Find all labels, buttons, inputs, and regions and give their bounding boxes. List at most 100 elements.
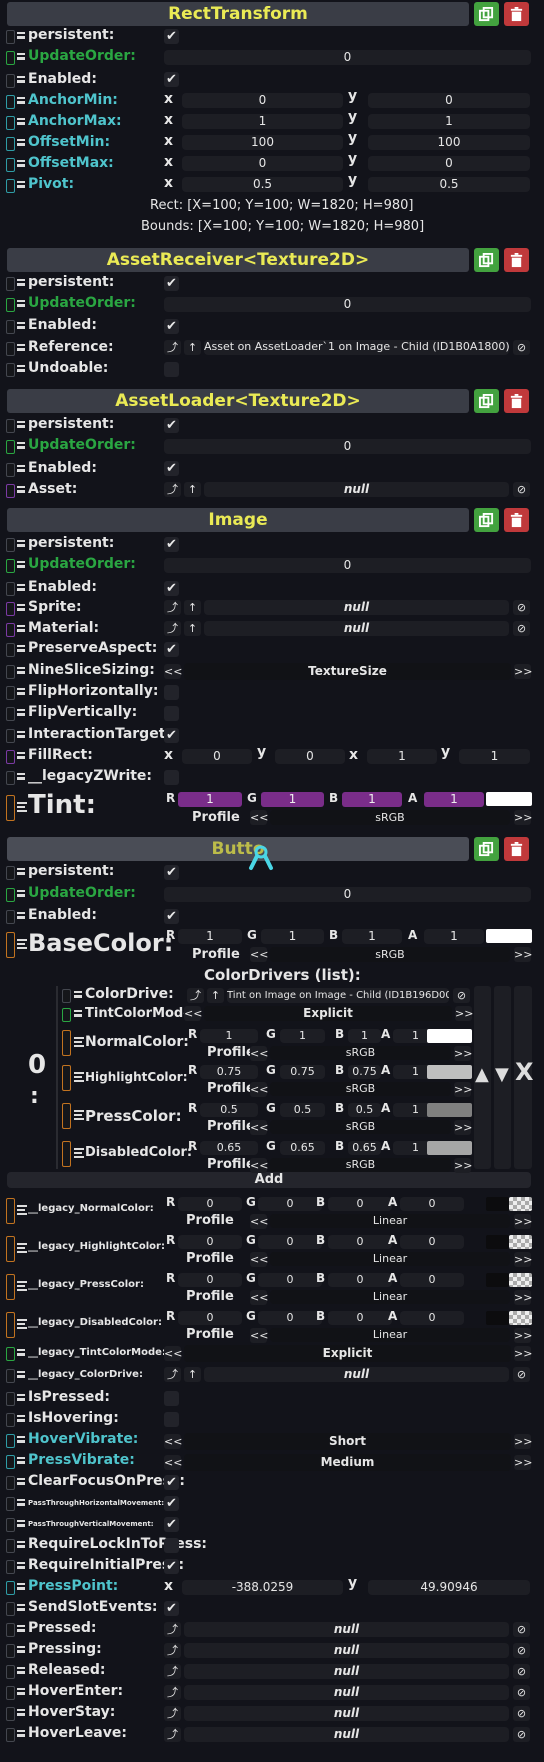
prev-enum-button[interactable]: << xyxy=(250,1158,268,1173)
clear-button[interactable]: ⊘ xyxy=(513,1706,530,1721)
field-handle[interactable] xyxy=(6,95,15,109)
component-header-image[interactable]: Image xyxy=(7,508,469,532)
drag-handle-icon[interactable] xyxy=(17,1499,25,1506)
set-reference-button[interactable]: ⤴ xyxy=(187,988,204,1003)
legacy-a-field[interactable]: 0 xyxy=(400,1273,464,1287)
legacy-r-field[interactable]: 0 xyxy=(178,1273,242,1287)
clear-button[interactable]: ⊘ xyxy=(453,988,470,1003)
field-handle[interactable] xyxy=(6,1728,15,1742)
drag-handle-icon[interactable] xyxy=(17,1371,25,1378)
sendslot-checkbox[interactable]: ✔ xyxy=(164,1601,179,1616)
drag-handle-icon[interactable] xyxy=(17,1478,25,1485)
fillrect-w-field[interactable]: 1 xyxy=(367,749,437,764)
hovervibrate-enum[interactable]: Short xyxy=(184,1433,511,1450)
field-handle[interactable] xyxy=(6,602,15,616)
delete-button[interactable] xyxy=(504,837,529,861)
drag-handle-icon[interactable] xyxy=(74,1110,84,1120)
enabled-checkbox[interactable]: ✔ xyxy=(164,581,179,596)
up-reference-button[interactable]: ↑ xyxy=(184,621,201,636)
updateorder-field[interactable]: 0 xyxy=(164,50,531,65)
legacy-a-field[interactable]: 0 xyxy=(400,1197,464,1211)
enabled-checkbox[interactable]: ✔ xyxy=(164,72,179,87)
up-reference-button[interactable]: ↑ xyxy=(184,1367,201,1382)
prev-enum-button[interactable]: << xyxy=(164,1346,182,1361)
field-handle[interactable] xyxy=(6,623,15,637)
drag-handle-icon[interactable] xyxy=(17,344,25,351)
profile-enum[interactable]: sRGB xyxy=(270,1158,451,1172)
color-g-field[interactable]: 0.75 xyxy=(280,1065,325,1079)
color-r-field[interactable]: 1 xyxy=(200,1029,258,1043)
drag-handle-icon[interactable] xyxy=(17,667,25,674)
drag-handle-icon[interactable] xyxy=(17,890,25,897)
fillrect-h-field[interactable]: 1 xyxy=(459,749,530,764)
legacy-g-field[interactable]: 0 xyxy=(258,1235,322,1249)
drag-handle-icon[interactable] xyxy=(17,1243,27,1253)
up-reference-button[interactable]: ↑ xyxy=(184,482,201,497)
color-g-field[interactable]: 0.65 xyxy=(280,1141,325,1155)
color-swatch[interactable] xyxy=(427,1141,472,1155)
field-handle[interactable] xyxy=(6,116,15,130)
drag-handle-icon[interactable] xyxy=(17,365,25,372)
prev-enum-button[interactable]: << xyxy=(250,1214,268,1229)
drag-handle-icon[interactable] xyxy=(17,1457,25,1464)
pressing-field[interactable]: null xyxy=(184,1643,509,1658)
drag-handle-icon[interactable] xyxy=(17,1415,25,1422)
next-enum-button[interactable]: >> xyxy=(514,1434,532,1449)
drag-handle-icon[interactable] xyxy=(74,1010,82,1017)
field-handle[interactable] xyxy=(6,1686,15,1700)
set-reference-button[interactable]: ⤴ xyxy=(164,600,181,615)
drag-handle-icon[interactable] xyxy=(17,1436,25,1443)
drag-handle-icon[interactable] xyxy=(17,802,27,812)
field-handle[interactable] xyxy=(6,932,15,958)
field-handle[interactable] xyxy=(6,1497,15,1511)
profile-enum[interactable]: sRGB xyxy=(270,810,510,825)
ispressed-checkbox[interactable] xyxy=(164,1391,179,1406)
set-reference-button[interactable]: ⤴ xyxy=(164,1685,181,1700)
asset-field[interactable]: null xyxy=(204,482,509,497)
legacy-tintmode-enum[interactable]: Explicit xyxy=(184,1345,511,1362)
drag-handle-icon[interactable] xyxy=(17,1394,25,1401)
field-handle[interactable] xyxy=(62,989,71,1003)
legacy-r-field[interactable]: 0 xyxy=(178,1235,242,1249)
basecolor-b-field[interactable]: 1 xyxy=(342,929,402,944)
legacy-b-field[interactable]: 0 xyxy=(328,1235,392,1249)
drag-handle-icon[interactable] xyxy=(74,1148,84,1158)
drag-handle-icon[interactable] xyxy=(17,1281,27,1291)
hoverleave-field[interactable]: null xyxy=(184,1727,509,1742)
field-handle[interactable] xyxy=(62,1008,71,1022)
component-header-recttransform[interactable]: RectTransform xyxy=(7,2,469,26)
prev-enum-button[interactable]: << xyxy=(164,1455,182,1470)
field-handle[interactable] xyxy=(62,1141,71,1167)
field-handle[interactable] xyxy=(6,363,15,377)
pivot-y-field[interactable]: 0.5 xyxy=(368,177,530,192)
drag-handle-icon[interactable] xyxy=(17,1520,25,1527)
add-list-item-button[interactable]: Add xyxy=(7,1172,531,1188)
anchormax-x-field[interactable]: 1 xyxy=(182,114,343,129)
profile-enum[interactable]: Linear xyxy=(270,1290,510,1304)
field-handle[interactable] xyxy=(6,1581,15,1595)
basecolor-swatch[interactable] xyxy=(486,929,532,943)
requireinitial-checkbox[interactable]: ✔ xyxy=(164,1559,179,1574)
drag-handle-icon[interactable] xyxy=(17,322,25,329)
legacy-color-swatch[interactable] xyxy=(486,1311,509,1325)
next-enum-button[interactable]: >> xyxy=(454,1046,472,1061)
enabled-checkbox[interactable]: ✔ xyxy=(164,319,179,334)
legacy-g-field[interactable]: 0 xyxy=(258,1311,322,1325)
drag-handle-icon[interactable] xyxy=(17,32,25,39)
color-r-field[interactable]: 0.65 xyxy=(200,1141,258,1155)
drag-handle-icon[interactable] xyxy=(17,688,25,695)
persistent-checkbox[interactable]: ✔ xyxy=(164,418,179,433)
field-handle[interactable] xyxy=(6,1198,15,1224)
set-reference-button[interactable]: ⤴ xyxy=(164,1664,181,1679)
next-enum-button[interactable]: >> xyxy=(514,664,532,679)
field-handle[interactable] xyxy=(6,1312,15,1338)
component-header-button[interactable]: Butto xyxy=(7,837,469,861)
field-handle[interactable] xyxy=(6,1413,15,1427)
field-handle[interactable] xyxy=(6,686,15,700)
legacy-r-field[interactable]: 0 xyxy=(178,1311,242,1325)
anchormin-y-field[interactable]: 0 xyxy=(368,93,530,108)
legacy-color-swatch[interactable] xyxy=(486,1197,509,1211)
nineslice-enum[interactable]: TextureSize xyxy=(184,663,511,680)
hoverstay-field[interactable]: null xyxy=(184,1706,509,1721)
field-handle[interactable] xyxy=(6,277,15,291)
